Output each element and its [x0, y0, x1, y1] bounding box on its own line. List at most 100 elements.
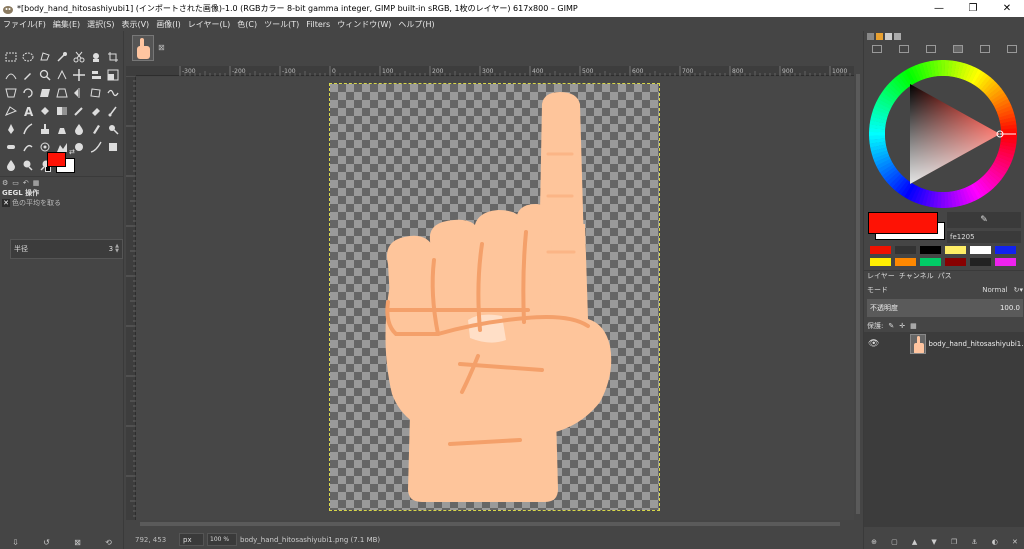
- mypaint-brush-tool-icon[interactable]: [19, 120, 36, 138]
- anchor-layer-icon[interactable]: ⚓: [971, 538, 977, 546]
- unit-selector[interactable]: px: [179, 533, 204, 546]
- palette-swatch[interactable]: [920, 246, 941, 254]
- gradient-tool-icon[interactable]: [53, 102, 70, 120]
- close-image-tab-icon[interactable]: ⊠: [158, 43, 165, 52]
- device-status-tab-icon[interactable]: ▭: [12, 179, 19, 187]
- vertical-scrollbar[interactable]: [854, 66, 862, 529]
- fg-bg-color-selector[interactable]: ⇄: [45, 148, 79, 174]
- shear-tool-icon[interactable]: [36, 84, 53, 102]
- menu-select[interactable]: 選択(S): [87, 19, 114, 30]
- vertical-ruler[interactable]: [126, 76, 136, 520]
- rotate-tool-icon[interactable]: [19, 84, 36, 102]
- blur-tool-icon[interactable]: [70, 120, 87, 138]
- tab-channels[interactable]: チャンネル: [899, 271, 934, 281]
- horizontal-scrollbar[interactable]: [136, 520, 854, 528]
- lock-pixels-icon[interactable]: ✎: [888, 322, 894, 330]
- operation-search-field[interactable]: 色の平均を取る: [12, 198, 61, 208]
- reset-options-icon[interactable]: ⟲: [105, 538, 112, 547]
- palette-swatch[interactable]: [970, 246, 991, 254]
- bucket-fill-tool-icon[interactable]: [36, 102, 53, 120]
- palette-swatch[interactable]: [895, 258, 916, 266]
- drop-tool-icon[interactable]: [2, 156, 19, 174]
- pattern-preview-icon[interactable]: [876, 33, 883, 40]
- clear-operation-icon[interactable]: ✕: [2, 199, 10, 207]
- dodge-burn-tool-icon[interactable]: [104, 120, 121, 138]
- tab-more-icon[interactable]: [1006, 45, 1017, 53]
- tab-paths[interactable]: パス: [938, 271, 952, 281]
- rect-select-tool-icon[interactable]: [2, 48, 19, 66]
- palette-swatch[interactable]: [970, 258, 991, 266]
- flip-tool-icon[interactable]: [70, 84, 87, 102]
- menu-filters[interactable]: Filters: [306, 20, 330, 29]
- swap-colors-icon[interactable]: ⇄: [69, 148, 75, 156]
- visibility-eye-icon[interactable]: 👁: [868, 339, 884, 349]
- fuzzy-select-tool-icon[interactable]: [53, 48, 70, 66]
- perspective-clone-tool-icon[interactable]: [53, 120, 70, 138]
- menu-colors[interactable]: 色(C): [237, 19, 257, 30]
- composite-mode-icon[interactable]: ↻▾: [1014, 286, 1023, 294]
- scale-tool-icon[interactable]: [104, 66, 121, 84]
- color-wheel[interactable]: [868, 59, 1018, 209]
- menu-edit[interactable]: 編集(E): [53, 19, 80, 30]
- palette-swatch[interactable]: [945, 246, 966, 254]
- curves-tool-icon[interactable]: [87, 138, 104, 156]
- horizontal-ruler[interactable]: -300 -200 -100 0 100 200 300 400 500 600 700 800 900…: [136, 66, 854, 76]
- layer-name[interactable]: body_hand_hitosashiyubi1.png: [929, 340, 1024, 348]
- palette-swatch[interactable]: [995, 258, 1016, 266]
- close-button[interactable]: ✕: [990, 0, 1024, 17]
- smudge-alt-tool-icon[interactable]: [19, 138, 36, 156]
- menu-layer[interactable]: レイヤー(L): [188, 19, 230, 30]
- menu-tools[interactable]: ツール(T): [264, 19, 299, 30]
- delete-layer-icon[interactable]: ✕: [1012, 538, 1018, 546]
- menu-help[interactable]: ヘルプ(H): [398, 19, 434, 30]
- image-tab-thumbnail[interactable]: [132, 35, 154, 61]
- lock-position-icon[interactable]: ✛: [899, 322, 905, 330]
- maximize-button[interactable]: ❐: [956, 0, 990, 17]
- lock-alpha-icon[interactable]: ▦: [910, 322, 917, 330]
- tab-palette-icon[interactable]: [979, 45, 990, 53]
- move-tool-icon[interactable]: [70, 66, 87, 84]
- menu-file[interactable]: ファイル(F): [3, 19, 46, 30]
- free-select-tool-icon[interactable]: [36, 48, 53, 66]
- ellipse-select-tool-icon[interactable]: [19, 48, 36, 66]
- unified-transform-tool-icon[interactable]: [2, 84, 19, 102]
- palette-swatch[interactable]: [945, 258, 966, 266]
- tab-brushes-icon[interactable]: [872, 45, 883, 53]
- tab-colors-icon[interactable]: [952, 45, 963, 53]
- search-tool-icon[interactable]: [19, 156, 36, 174]
- new-layer-icon[interactable]: ⊕: [871, 538, 877, 546]
- palette-swatch[interactable]: [995, 246, 1016, 254]
- gradient-preview-icon[interactable]: [885, 33, 892, 40]
- font-preview-icon[interactable]: [894, 33, 901, 40]
- vertical-scrollbar-thumb[interactable]: [856, 74, 860, 514]
- zoom-tool-icon[interactable]: [36, 66, 53, 84]
- tab-patterns-icon[interactable]: [899, 45, 910, 53]
- save-options-icon[interactable]: ⇩: [12, 538, 19, 547]
- eraser-tool-icon[interactable]: [87, 102, 104, 120]
- ink-tool-icon[interactable]: [2, 120, 19, 138]
- color-picker-tool-icon[interactable]: [19, 66, 36, 84]
- airbrush-tool-icon[interactable]: [104, 102, 121, 120]
- menu-image[interactable]: 画像(I): [156, 19, 181, 30]
- align-tool-icon[interactable]: [87, 66, 104, 84]
- dock-foreground-swatch[interactable]: [868, 212, 938, 234]
- palette-swatch[interactable]: [870, 246, 891, 254]
- horizontal-scrollbar-thumb[interactable]: [140, 522, 840, 526]
- foreground-color-swatch[interactable]: [47, 152, 66, 167]
- hex-color-input[interactable]: fe1205: [947, 231, 1021, 243]
- text-tool-icon[interactable]: A: [19, 102, 36, 120]
- zoom-selector[interactable]: 100 %: [207, 533, 237, 546]
- radius-spinner[interactable]: 半径 3 ▲ ▼: [10, 239, 123, 259]
- color-picker-button-icon[interactable]: ✎: [947, 212, 1021, 228]
- tab-layers[interactable]: レイヤー: [867, 271, 895, 281]
- clone-tool-icon[interactable]: [36, 120, 53, 138]
- tool-options-tab-icon[interactable]: ⚙: [2, 179, 8, 187]
- spinner-arrows-icon[interactable]: ▲ ▼: [115, 244, 119, 254]
- raise-layer-icon[interactable]: ▲: [912, 538, 917, 546]
- restore-options-icon[interactable]: ↺: [43, 538, 50, 547]
- palette-swatch[interactable]: [895, 246, 916, 254]
- menu-windows[interactable]: ウィンドウ(W): [337, 19, 391, 30]
- threshold-tool-icon[interactable]: [104, 138, 121, 156]
- new-group-icon[interactable]: ▢: [891, 538, 898, 546]
- image-canvas[interactable]: [329, 83, 660, 511]
